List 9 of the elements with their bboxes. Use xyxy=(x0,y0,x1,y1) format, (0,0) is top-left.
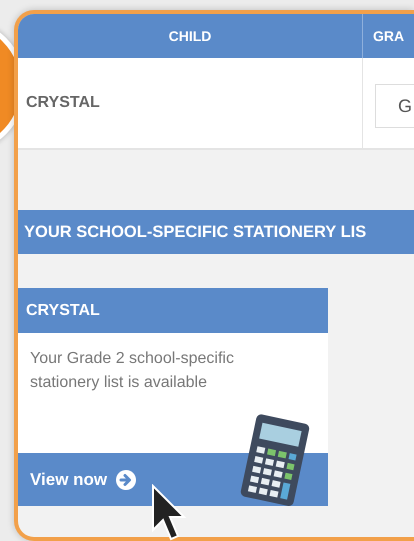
card-text: Your Grade 2 school-specific stationery list is available xyxy=(29,349,235,393)
table-cell: CRYSTAL xyxy=(18,58,363,148)
grade-field[interactable]: G xyxy=(375,84,414,128)
view-now-link[interactable]: View now xyxy=(30,466,138,492)
card-title: CRYSTAL xyxy=(18,288,328,333)
column-header: GRA xyxy=(372,26,404,46)
section-title: YOUR SCHOOL-SPECIFIC STATIONERY LIS xyxy=(24,222,366,243)
arrow-circle-icon xyxy=(115,468,138,490)
mouse-cursor-icon xyxy=(150,484,188,541)
